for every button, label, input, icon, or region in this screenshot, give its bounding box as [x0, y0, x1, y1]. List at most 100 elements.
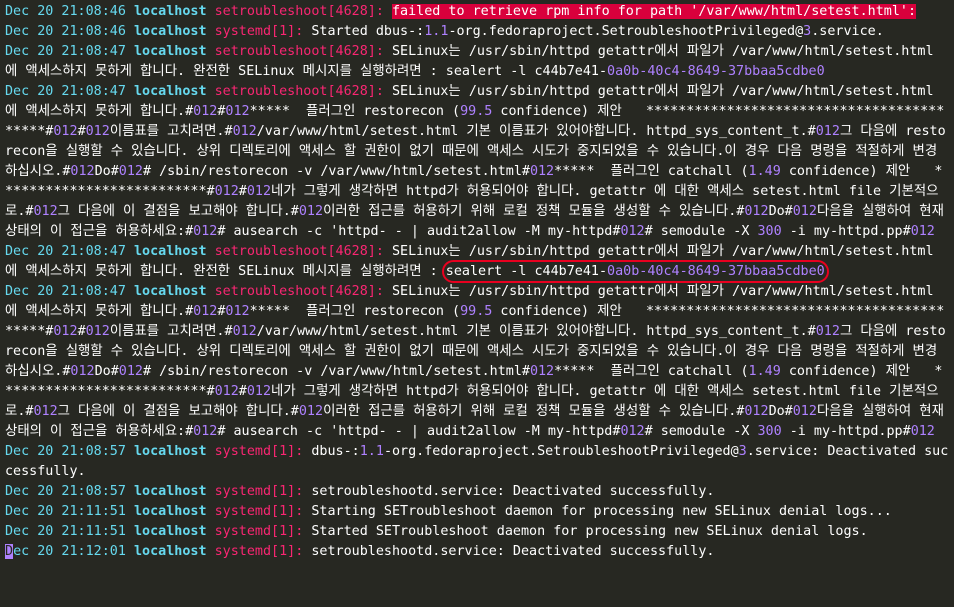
- log-number: 99.5: [460, 104, 493, 119]
- log-number: 012: [33, 404, 58, 419]
- log-hostname: localhost: [134, 284, 215, 299]
- log-line: Dec 20 21:08:46 localhost systemd[1]: St…: [5, 22, 949, 42]
- log-number: 012: [53, 124, 78, 139]
- terminal-output[interactable]: Dec 20 21:08:46 localhost setroubleshoot…: [5, 2, 949, 562]
- log-text: /var/www/html/setest.html 기본 이름표가 있어야합니다…: [256, 324, 816, 339]
- log-text: 이름표를 고치려면.#: [109, 124, 233, 139]
- log-process: systemd[1]:: [214, 444, 304, 459]
- log-number: 99.5: [460, 304, 493, 319]
- log-number: 012: [744, 404, 769, 419]
- log-number: 012: [910, 424, 935, 439]
- log-number: 012: [910, 224, 935, 239]
- log-process: setroubleshoot[4628]:: [214, 44, 384, 59]
- sealert-command-text: 0a0b-40c4-8649-37bbaa5cdbe0: [607, 264, 825, 279]
- log-process: setroubleshoot[4628]:: [214, 84, 384, 99]
- log-number: 300: [757, 224, 782, 239]
- log-number: 3: [738, 444, 747, 459]
- terminal-cursor: D: [5, 544, 14, 559]
- log-timestamp: Dec 20 21:11:51: [5, 524, 134, 539]
- log-text: 이러한 접근를 허용하기 위해 로컬 정책 모듈을 생성할 수 있습니다.#: [323, 404, 745, 419]
- log-hostname: localhost: [134, 444, 215, 459]
- log-text: ***** 플러그인 restorecon (: [249, 104, 461, 119]
- log-text: #: [238, 184, 247, 199]
- log-text: ***** 플러그인 catchall (: [554, 364, 749, 379]
- log-hostname: localhost: [134, 484, 215, 499]
- log-timestamp: Dec 20 21:08:47: [5, 84, 134, 99]
- log-process: systemd[1]:: [214, 484, 304, 499]
- log-number: 012: [298, 404, 324, 419]
- log-number: 012: [85, 324, 110, 339]
- log-text: -i my-httpd.pp#: [781, 424, 911, 439]
- log-number: 1.49: [748, 364, 781, 379]
- log-number: 012: [225, 304, 250, 319]
- log-text: Do#: [768, 204, 793, 219]
- log-line: Dec 20 21:08:46 localhost setroubleshoot…: [5, 2, 949, 22]
- log-line: Dec 20 21:12:01 localhost systemd[1]: se…: [5, 542, 949, 562]
- log-number: 1.1: [359, 444, 384, 459]
- log-number: 012: [232, 124, 257, 139]
- log-hostname: localhost: [134, 524, 215, 539]
- log-number: 012: [193, 224, 218, 239]
- log-number: 012: [214, 384, 239, 399]
- log-line: Dec 20 21:08:57 localhost systemd[1]: se…: [5, 482, 949, 502]
- log-text: Do#: [94, 164, 119, 179]
- log-text: -i my-httpd.pp#: [781, 224, 911, 239]
- log-text: dbus-:: [303, 444, 360, 459]
- log-number: 1.1: [424, 24, 449, 39]
- log-process: systemd[1]:: [214, 544, 304, 559]
- log-text: Started SETroubleshoot daemon for proces…: [303, 524, 868, 539]
- log-text: #: [77, 124, 86, 139]
- log-number: 012: [214, 184, 239, 199]
- log-hostname: localhost: [134, 544, 215, 559]
- log-number: 012: [193, 304, 218, 319]
- log-number: 012: [815, 124, 840, 139]
- log-process: systemd[1]:: [214, 504, 304, 519]
- log-timestamp: Dec 20 21:08:46: [5, 4, 134, 19]
- log-timestamp: Dec 20 21:08:46: [5, 24, 134, 39]
- log-text: 그 다음에 이 결점을 보고해야 합니다.#: [57, 204, 299, 219]
- log-text: 이름표를 고치려면.#: [109, 324, 233, 339]
- log-line: Dec 20 21:08:47 localhost setroubleshoot…: [5, 42, 949, 82]
- log-timestamp: Dec 20 21:08:47: [5, 244, 134, 259]
- log-timestamp: Dec 20 21:11:51: [5, 504, 134, 519]
- log-text: ***** 플러그인 catchall (: [554, 164, 749, 179]
- log-number: 012: [232, 324, 257, 339]
- log-timestamp: Dec 20 21:08:47: [5, 44, 134, 59]
- log-number: 012: [529, 364, 555, 379]
- log-number: 300: [757, 424, 782, 439]
- log-text: # semodule -X: [644, 224, 758, 239]
- log-text: #: [77, 324, 86, 339]
- log-line: Dec 20 21:08:47 localhost setroubleshoot…: [5, 242, 949, 283]
- log-hostname: localhost: [134, 24, 215, 39]
- log-process: systemd[1]:: [214, 524, 304, 539]
- log-text: # ausearch -c 'httpd- - | audit2allow -M…: [217, 224, 621, 239]
- log-line: Dec 20 21:08:47 localhost setroubleshoot…: [5, 282, 949, 442]
- log-hostname: localhost: [134, 84, 215, 99]
- log-text: # /sbin/restorecon -v /var/www/html/sete…: [142, 164, 530, 179]
- log-number: 012: [815, 324, 840, 339]
- log-number: 012: [792, 404, 817, 419]
- log-hostname: localhost: [134, 44, 215, 59]
- log-number: 012: [620, 224, 645, 239]
- log-text: #: [238, 384, 247, 399]
- log-timestamp: Dec 20 21:08:57: [5, 444, 134, 459]
- log-hostname: localhost: [134, 244, 215, 259]
- log-number: 012: [620, 424, 645, 439]
- log-text: setroubleshootd.service: Deactivated suc…: [303, 544, 715, 559]
- log-line: Dec 20 21:08:57 localhost systemd[1]: db…: [5, 442, 949, 482]
- log-number: 012: [529, 164, 555, 179]
- log-timestamp: ec 20 21:12:01: [13, 544, 134, 559]
- log-text: /var/www/html/setest.html 기본 이름표가 있어야합니다…: [256, 124, 816, 139]
- log-process: setroubleshoot[4628]:: [214, 244, 384, 259]
- log-text: -org.fedoraproject.SetroubleshootPrivile…: [448, 24, 804, 39]
- log-number: 012: [792, 204, 817, 219]
- log-text: Do#: [94, 364, 119, 379]
- log-number: 012: [246, 384, 272, 399]
- log-text: Do#: [768, 404, 793, 419]
- log-text: Starting SETroubleshoot daemon for proce…: [303, 504, 892, 519]
- log-process: setroubleshoot[4628]:: [214, 4, 384, 19]
- log-text: # semodule -X: [644, 424, 758, 439]
- log-number: 012: [193, 424, 218, 439]
- log-text: Started dbus-:: [303, 24, 425, 39]
